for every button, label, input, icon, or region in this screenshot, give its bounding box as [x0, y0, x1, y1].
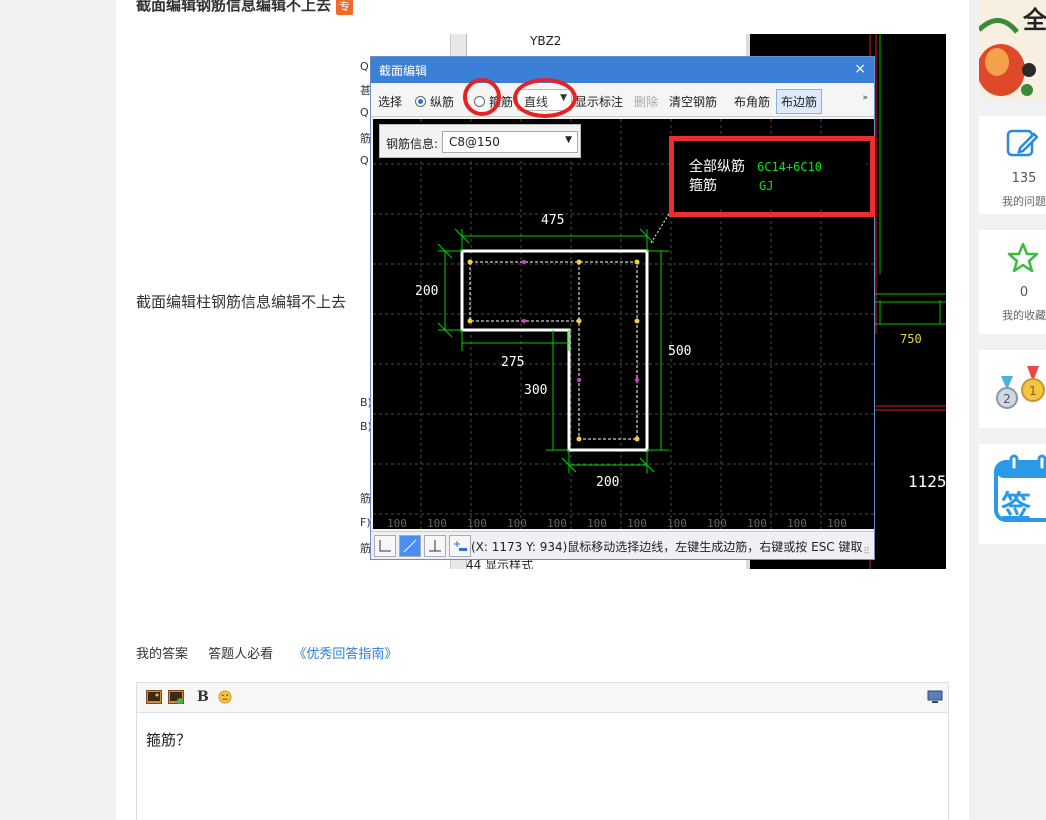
- resize-grip-icon[interactable]: ⠿: [863, 547, 870, 557]
- background-cad-dimension: 1125: [908, 472, 946, 491]
- grid-label: 100: [427, 517, 447, 529]
- grid-label: 100: [667, 517, 687, 529]
- grid-label: 100: [387, 517, 407, 529]
- rebar-info-panel: 钢筋信息: C8@150 ▼: [379, 124, 581, 158]
- answer-tabs: 我的答案 答题人必看 《优秀回答指南》: [136, 643, 413, 662]
- medal-icon: 2 1: [996, 366, 1045, 409]
- grid-label: 100: [587, 517, 607, 529]
- dimension-label: 500: [668, 344, 692, 359]
- grid-label: 100: [787, 517, 807, 529]
- edge-tool-icon[interactable]: [449, 535, 471, 557]
- delete-button[interactable]: 删除: [634, 93, 658, 110]
- dimension-label: 200: [596, 475, 620, 490]
- edit-icon: [1006, 129, 1038, 157]
- more-tools-button[interactable]: »: [862, 93, 868, 103]
- clear-rebar-button[interactable]: 清空钢筋: [669, 93, 717, 110]
- dialog-close-button[interactable]: ×: [854, 61, 866, 77]
- grid-label: 100: [507, 517, 527, 529]
- dialog-title: 截面编辑: [379, 63, 428, 78]
- longitudinal-radio-label: 纵筋: [430, 95, 455, 109]
- my-questions-label: 我的问题: [1002, 195, 1046, 208]
- grid-axis-labels: 100 100 100 100 100 100 100 100 100 100 …: [387, 517, 867, 529]
- dimension-label: 300: [524, 383, 548, 398]
- perpendicular-tool-icon[interactable]: [424, 535, 446, 557]
- svg-text:1: 1: [1029, 384, 1037, 398]
- dialog-statusbar: (X: 1173 Y: 934)鼠标移动选择边线，左键生成边筋，右键或按 ESC…: [371, 531, 874, 559]
- fullscreen-icon[interactable]: [927, 690, 943, 704]
- sidebar-banner[interactable]: 全: [979, 0, 1046, 100]
- editor-content[interactable]: 箍筋？: [146, 729, 191, 750]
- dimension-label: 200: [415, 284, 439, 299]
- bg-letter: Q: [360, 106, 369, 119]
- svg-text:2: 2: [1003, 392, 1011, 406]
- background-cad-dimension: 750: [900, 332, 922, 346]
- select-button[interactable]: 选择: [378, 93, 402, 110]
- question-title-text: 截面编辑钢筋信息编辑不上去: [136, 0, 332, 14]
- rebar-info-label: 钢筋信息:: [386, 137, 439, 151]
- section-edit-dialog: 截面编辑 × 选择 纵筋 箍筋 直线 ▼ 显示标注 删除 清空钢筋 布角筋 布边…: [370, 56, 875, 560]
- dialog-toolbar: 选择 纵筋 箍筋 直线 ▼ 显示标注 删除 清空钢筋 布角筋 布边筋 »: [371, 85, 874, 117]
- sidebar-my-questions[interactable]: 135 我的问题: [979, 116, 1046, 214]
- diagonal-tool-icon[interactable]: [399, 535, 421, 557]
- dimension-label: 275: [501, 355, 525, 370]
- highlight-stirrup-circle: [463, 78, 501, 116]
- my-favorites-count: 0: [1019, 285, 1029, 300]
- answer-guide-link[interactable]: 《优秀回答指南》: [293, 647, 397, 662]
- background-left-labels: Q 甚 Q 筋 Q B) B) 筋 F) 筋: [360, 34, 372, 569]
- expert-badge: 专: [336, 0, 354, 15]
- edge-rebar-button[interactable]: 布边筋: [776, 89, 823, 114]
- question-body: 截面编辑柱钢筋信息编辑不上去: [136, 293, 347, 311]
- sidebar-checkin[interactable]: 签: [979, 444, 1046, 544]
- rebar-info-value: C8@150: [449, 135, 500, 149]
- bold-button[interactable]: B: [197, 689, 209, 705]
- insert-image-icon[interactable]: [146, 690, 162, 704]
- bg-letter: Q: [360, 154, 369, 167]
- corner-tool-icon[interactable]: [374, 535, 396, 557]
- grid-label: 100: [547, 517, 567, 529]
- radio-checked-icon: [415, 96, 426, 107]
- dimension-label: 475: [541, 213, 565, 228]
- background-list-header: YBZ2: [530, 34, 562, 48]
- grid-label: 100: [467, 517, 487, 529]
- show-annotation-button[interactable]: 显示标注: [575, 93, 623, 110]
- checkin-label: 签: [1001, 490, 1031, 525]
- question-title: 截面编辑钢筋信息编辑不上去专: [136, 0, 354, 15]
- my-favorites-label: 我的收藏: [1002, 309, 1046, 322]
- longitudinal-radio[interactable]: 纵筋: [415, 93, 454, 110]
- grid-label: 100: [827, 517, 847, 529]
- dialog-titlebar[interactable]: 截面编辑: [371, 57, 874, 83]
- grid-label: 100: [747, 517, 767, 529]
- grid-label: 100: [707, 517, 727, 529]
- sidebar-medals[interactable]: 2 1: [979, 350, 1046, 428]
- grid-label: 100: [627, 517, 647, 529]
- status-message: (X: 1173 Y: 934)鼠标移动选择边线，左键生成边筋，右键或按 ESC…: [471, 540, 863, 554]
- bg-letter: Q: [360, 60, 369, 73]
- rebar-info-select[interactable]: C8@150 ▼: [442, 131, 578, 153]
- banner-text: 全: [1023, 6, 1046, 34]
- highlight-annotation-box: [669, 136, 875, 217]
- emoji-icon[interactable]: [217, 690, 233, 704]
- editor-toolbar: B: [137, 683, 948, 713]
- chevron-down-icon: ▼: [565, 135, 572, 145]
- star-icon: [1007, 242, 1039, 272]
- corner-rebar-button[interactable]: 布角筋: [734, 93, 770, 110]
- tab-my-answer[interactable]: 我的答案: [136, 647, 188, 662]
- tab-must-read[interactable]: 答题人必看: [208, 647, 273, 662]
- answer-editor[interactable]: B 箍筋？: [136, 682, 949, 820]
- insert-screenshot-icon[interactable]: [168, 690, 184, 704]
- sidebar-my-favorites[interactable]: 0 我的收藏: [979, 230, 1046, 334]
- highlight-line-mode-circle: [513, 78, 577, 118]
- my-questions-count: 135: [1011, 171, 1037, 186]
